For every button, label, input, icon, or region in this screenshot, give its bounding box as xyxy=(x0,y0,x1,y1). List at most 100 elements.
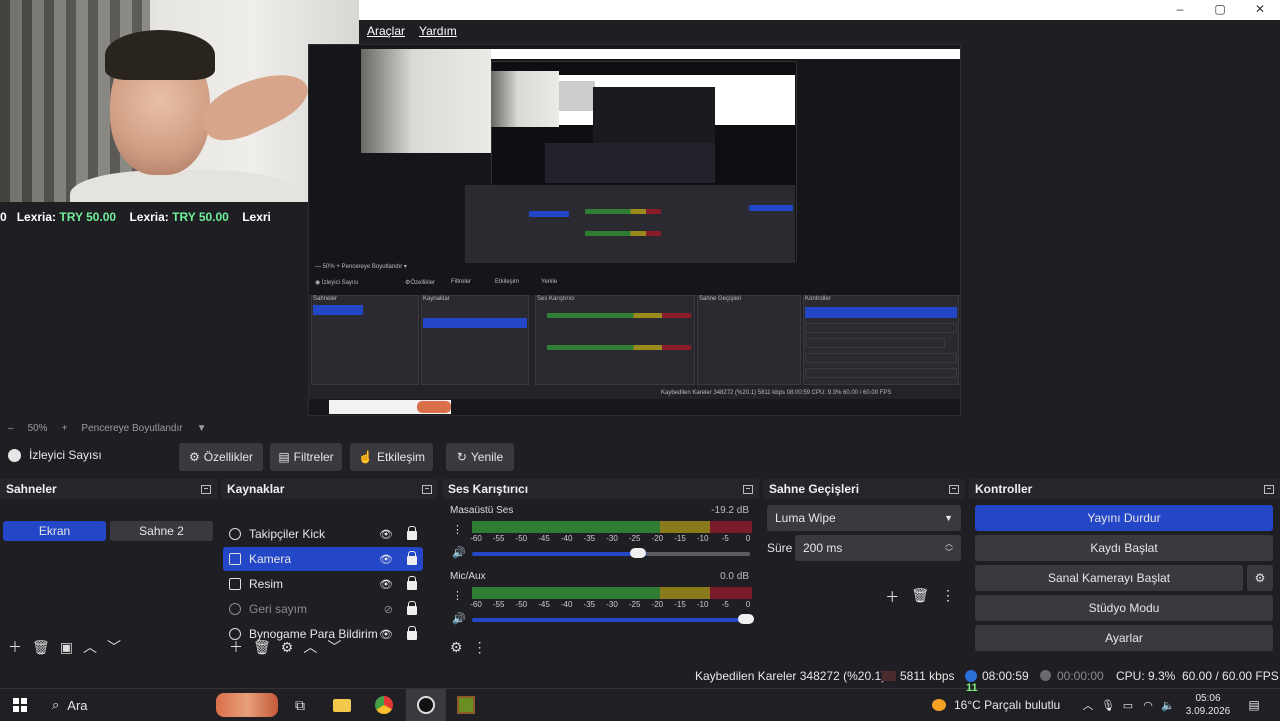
menu-help[interactable]: Yardım xyxy=(419,20,457,42)
trash-icon[interactable]: 🗑 xyxy=(32,639,50,656)
properties-button[interactable]: ⚙ Özellikler xyxy=(179,443,263,471)
zoom-value: 50% xyxy=(27,422,48,434)
kebab-menu-icon[interactable]: ⋮ xyxy=(473,639,487,656)
minecraft-icon[interactable] xyxy=(454,689,478,721)
kebab-menu-icon[interactable]: ⋮ xyxy=(452,589,463,602)
meter-tick-label: -5 xyxy=(721,600,729,609)
close-button[interactable]: ✕ xyxy=(1240,0,1280,20)
zoom-in-button[interactable]: + xyxy=(62,423,68,434)
filters-button[interactable]: ▤ Filtreler xyxy=(270,443,342,471)
undock-icon[interactable] xyxy=(743,484,753,494)
windows-start-icon[interactable] xyxy=(8,689,32,721)
obs-icon[interactable] xyxy=(406,689,446,721)
trash-icon[interactable]: 🗑 xyxy=(253,639,271,656)
gear-icon[interactable]: ⚙ xyxy=(281,639,294,656)
zoom-mode-label[interactable]: Pencereye Boyutlandır xyxy=(81,423,182,434)
source-item-camera[interactable]: Kamera 👁 xyxy=(223,547,423,571)
meter-tick-label: -50 xyxy=(515,600,528,609)
lock-icon[interactable] xyxy=(407,551,417,565)
meter-tick-label: -30 xyxy=(606,534,618,543)
visibility-eye-icon[interactable]: 👁 xyxy=(379,553,393,566)
source-item-followers[interactable]: Takipçiler Kick 👁 xyxy=(223,522,423,546)
undock-icon[interactable] xyxy=(422,484,432,494)
move-down-icon[interactable]: ﹀ xyxy=(107,637,121,657)
add-source-icon[interactable]: ＋ xyxy=(229,637,243,657)
undock-icon[interactable] xyxy=(949,484,959,494)
meter-tick-label: -40 xyxy=(560,534,573,543)
channel-name: Mic/Aux xyxy=(450,571,486,582)
stepper-icon[interactable]: ︿ ﹀ xyxy=(945,539,953,557)
transition-select[interactable]: Luma Wipe ▼ xyxy=(767,505,961,531)
source-item-image[interactable]: Resim 👁 xyxy=(223,572,423,596)
speaker-icon[interactable]: 🔊 xyxy=(452,546,466,559)
meter-tick-label: -10 xyxy=(696,534,709,543)
lock-icon[interactable] xyxy=(407,601,417,615)
task-view-icon[interactable]: ⧉ xyxy=(288,689,312,721)
move-down-icon[interactable]: ﹀ xyxy=(327,637,341,657)
visibility-eye-icon[interactable]: 👁 xyxy=(379,578,393,591)
interact-button[interactable]: ☝ Etkileşim xyxy=(350,443,433,471)
meter-tick-label: -45 xyxy=(538,534,550,543)
microphone-icon[interactable]: 🎙 xyxy=(1100,689,1116,721)
zoom-out-button[interactable]: – xyxy=(8,423,14,434)
meter-tick-label: -25 xyxy=(628,600,641,609)
preview-canvas[interactable]: 0 Lexria: TRY 50.00 Lexria: TRY 50.00 Le… xyxy=(0,0,1280,420)
meter-tick-label: -45 xyxy=(538,600,550,609)
move-up-icon[interactable]: ︿ xyxy=(303,637,317,657)
settings-button[interactable]: Ayarlar xyxy=(975,625,1273,651)
scene-item-ekran[interactable]: Ekran xyxy=(3,521,106,541)
volume-slider[interactable] xyxy=(472,548,750,558)
scene-filters-icon[interactable]: ▣ xyxy=(60,639,73,656)
meter-tick-label: -35 xyxy=(583,534,596,543)
kebab-menu-icon[interactable]: ⋮ xyxy=(452,523,463,536)
meter-tick-label: -20 xyxy=(651,600,664,609)
duration-label: Süre xyxy=(767,541,793,555)
source-item-countdown[interactable]: Geri sayım ⊘ xyxy=(223,597,423,621)
move-up-icon[interactable]: ︿ xyxy=(83,637,97,657)
lock-icon[interactable] xyxy=(407,526,417,540)
start-recording-button[interactable]: Kaydı Başlat xyxy=(975,535,1273,561)
meter-tick-label: -60 xyxy=(470,534,482,543)
minimize-button[interactable]: – xyxy=(1160,0,1200,20)
wifi-icon[interactable]: ◠ xyxy=(1140,689,1156,721)
lock-icon[interactable] xyxy=(407,576,417,590)
volume-knob[interactable] xyxy=(630,548,646,558)
undock-icon[interactable] xyxy=(201,484,211,494)
duration-input[interactable]: 200 ms ︿ ﹀ xyxy=(795,535,961,561)
advanced-audio-icon[interactable]: ⚙ xyxy=(450,639,463,656)
volume-slider[interactable] xyxy=(472,614,754,624)
kebab-menu-icon[interactable]: ⋮ xyxy=(941,587,955,607)
volume-knob[interactable] xyxy=(738,614,754,624)
battery-icon[interactable]: ▭ xyxy=(1120,689,1136,721)
add-transition-icon[interactable]: ＋ xyxy=(885,587,899,607)
stop-stream-button[interactable]: Yayını Durdur xyxy=(975,505,1273,531)
volume-icon[interactable]: 🔈 xyxy=(1160,689,1176,721)
hidden-eye-icon[interactable]: ⊘ xyxy=(384,603,393,616)
chevron-down-icon: ▼ xyxy=(944,513,953,523)
virtual-camera-settings-button[interactable]: ⚙ xyxy=(1247,565,1273,591)
channel-db: 0.0 dB xyxy=(720,571,749,582)
trash-icon[interactable]: 🗑 xyxy=(911,587,929,607)
chrome-icon[interactable] xyxy=(372,689,396,721)
record-icon xyxy=(1040,670,1051,681)
virtual-camera-button[interactable]: Sanal Kamerayı Başlat xyxy=(975,565,1243,591)
meter-tick-label: -50 xyxy=(515,534,528,543)
tray-chevron-icon[interactable]: ︿ xyxy=(1080,689,1096,721)
scene-item-sahne-2[interactable]: Sahne 2 xyxy=(110,521,213,541)
meter-tick-label: -15 xyxy=(674,600,686,609)
refresh-button[interactable]: ↻ Yenile xyxy=(446,443,514,471)
menu-tools[interactable]: Araçlar xyxy=(367,20,405,42)
undock-icon[interactable] xyxy=(1264,484,1274,494)
zoom-dropdown-icon[interactable]: ▼ xyxy=(197,423,207,434)
studio-mode-button[interactable]: Stüdyo Modu xyxy=(975,595,1273,621)
add-scene-icon[interactable]: ＋ xyxy=(8,637,22,657)
notification-icon[interactable]: ▤ xyxy=(1244,689,1264,721)
meter-tick-label: -55 xyxy=(492,600,505,609)
visibility-eye-icon[interactable]: 👁 xyxy=(379,528,393,541)
file-explorer-icon[interactable] xyxy=(330,689,354,721)
meter-tick-label: 0 xyxy=(745,600,751,609)
speaker-icon[interactable]: 🔊 xyxy=(452,612,466,625)
taskbar-search[interactable]: ⌕ Ara xyxy=(44,689,284,721)
clock[interactable]: 05:06 3.09.2026 xyxy=(1180,689,1236,721)
maximize-button[interactable]: ▢ xyxy=(1200,0,1240,20)
